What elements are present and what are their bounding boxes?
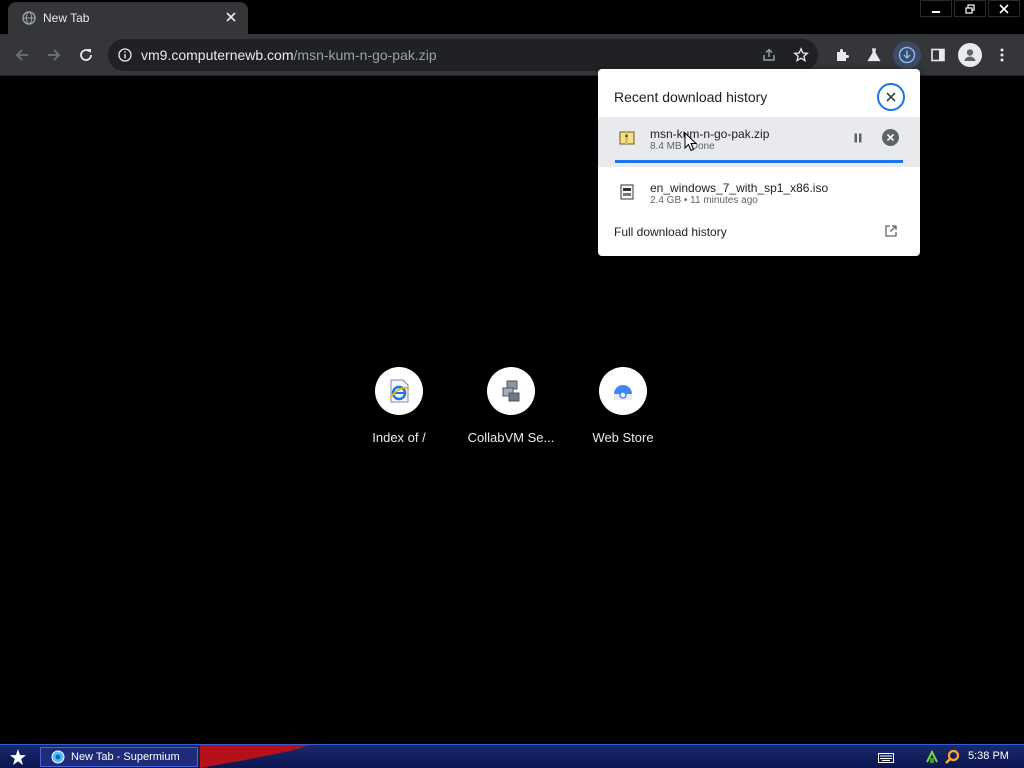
- shortcut-label: Index of /: [372, 430, 426, 445]
- close-icon: [886, 92, 896, 102]
- download-filename: en_windows_7_with_sp1_x86.iso: [650, 181, 829, 195]
- avatar-icon: [964, 49, 976, 61]
- start-button[interactable]: [4, 747, 32, 767]
- disc-image-icon: [620, 184, 634, 200]
- pause-button[interactable]: [850, 130, 866, 146]
- taskbar: New Tab - Supermium 5:38 PM: [0, 744, 1024, 768]
- globe-icon: [22, 11, 36, 25]
- flask-icon: [867, 48, 881, 62]
- pause-icon: [854, 133, 862, 143]
- info-icon[interactable]: [118, 48, 132, 62]
- download-icon: [898, 46, 916, 64]
- shortcut-icon-circle: [599, 367, 647, 415]
- zip-file-icon: [619, 131, 635, 145]
- download-bubble: Recent download history msn-kum-n-go-pak…: [598, 69, 920, 256]
- reload-icon: [80, 49, 92, 61]
- address-bar[interactable]: vm9.computernewb.com/msn-kum-n-go-pak.zi…: [108, 39, 818, 71]
- tab-strip: New Tab: [0, 0, 1024, 34]
- taskbar-decoration: [200, 745, 310, 768]
- shortcut-index[interactable]: Index of /: [343, 367, 455, 457]
- keyboard-icon[interactable]: [878, 753, 894, 763]
- star-icon[interactable]: [793, 47, 809, 63]
- url-path: /msn-kum-n-go-pak.zip: [293, 47, 437, 63]
- minimize-button[interactable]: [920, 0, 952, 17]
- browser-window: New Tab vm9.computernewb.com/msn-kum-n-g…: [0, 0, 1024, 768]
- profile-button[interactable]: [958, 43, 982, 67]
- star-icon: [10, 749, 26, 765]
- arrow-left-icon: [15, 49, 28, 61]
- arrow-right-icon: [48, 49, 61, 61]
- shortcut-web-store[interactable]: Web Store: [567, 367, 679, 457]
- extensions-button[interactable]: [832, 45, 852, 65]
- download-item[interactable]: en_windows_7_with_sp1_x86.iso 2.4 GB • 1…: [598, 171, 920, 221]
- download-progress-fill: [615, 160, 903, 163]
- url-text[interactable]: vm9.computernewb.com/msn-kum-n-go-pak.zi…: [141, 47, 437, 63]
- window-close-button[interactable]: [988, 0, 1020, 17]
- search-icon[interactable]: [944, 749, 960, 765]
- bubble-close-button[interactable]: [877, 83, 905, 111]
- forward-button[interactable]: [44, 45, 64, 65]
- close-icon: [999, 3, 1009, 14]
- close-icon: [886, 133, 895, 142]
- full-download-history-link[interactable]: Full download history: [614, 225, 727, 239]
- downloads-button[interactable]: [893, 41, 921, 69]
- back-button[interactable]: [12, 45, 32, 65]
- labs-button[interactable]: [864, 45, 884, 65]
- download-progress-bar: [615, 160, 903, 163]
- taskbar-clock: 5:38 PM: [968, 750, 1009, 762]
- side-panel-button[interactable]: [928, 45, 948, 65]
- taskbar-button-supermium[interactable]: New Tab - Supermium: [40, 747, 198, 767]
- shortcut-label: Web Store: [592, 430, 654, 445]
- open-in-new-icon[interactable]: [884, 224, 898, 238]
- minimize-icon: [932, 10, 940, 13]
- shortcut-icon-circle: [487, 367, 535, 415]
- collabvm-icon: [502, 380, 520, 402]
- shortcut-icon-circle: [375, 367, 423, 415]
- window-controls: [920, 0, 1024, 18]
- download-filename: msn-kum-n-go-pak.zip: [650, 127, 770, 141]
- menu-button[interactable]: [992, 45, 1012, 65]
- web-store-icon: [614, 385, 632, 400]
- shortcut-label: CollabVM Se...: [467, 430, 555, 445]
- taskbar-button-label: New Tab - Supermium: [71, 751, 180, 763]
- puzzle-icon: [837, 49, 849, 61]
- restore-icon: [965, 3, 975, 14]
- bubble-title: Recent download history: [614, 89, 768, 105]
- network-icon[interactable]: [924, 749, 940, 765]
- kebab-menu-icon: [1000, 48, 1004, 62]
- tab-new-tab[interactable]: New Tab: [8, 2, 248, 34]
- side-panel-icon: [931, 48, 945, 62]
- download-meta: 2.4 GB • 11 minutes ago: [650, 195, 758, 206]
- close-icon[interactable]: [224, 10, 238, 24]
- shortcut-collabvm[interactable]: CollabVM Se...: [455, 367, 567, 457]
- reload-button[interactable]: [76, 45, 96, 65]
- share-icon[interactable]: [761, 47, 777, 63]
- tab-title: New Tab: [43, 11, 90, 25]
- url-host: vm9.computernewb.com: [141, 47, 294, 63]
- cancel-download-button[interactable]: [882, 129, 899, 146]
- restore-button[interactable]: [954, 0, 986, 17]
- browser-icon: [51, 750, 65, 764]
- ie-page-icon: [389, 379, 410, 403]
- download-meta: 8.4 MB • Done: [650, 141, 715, 152]
- mouse-cursor-icon: [684, 132, 698, 152]
